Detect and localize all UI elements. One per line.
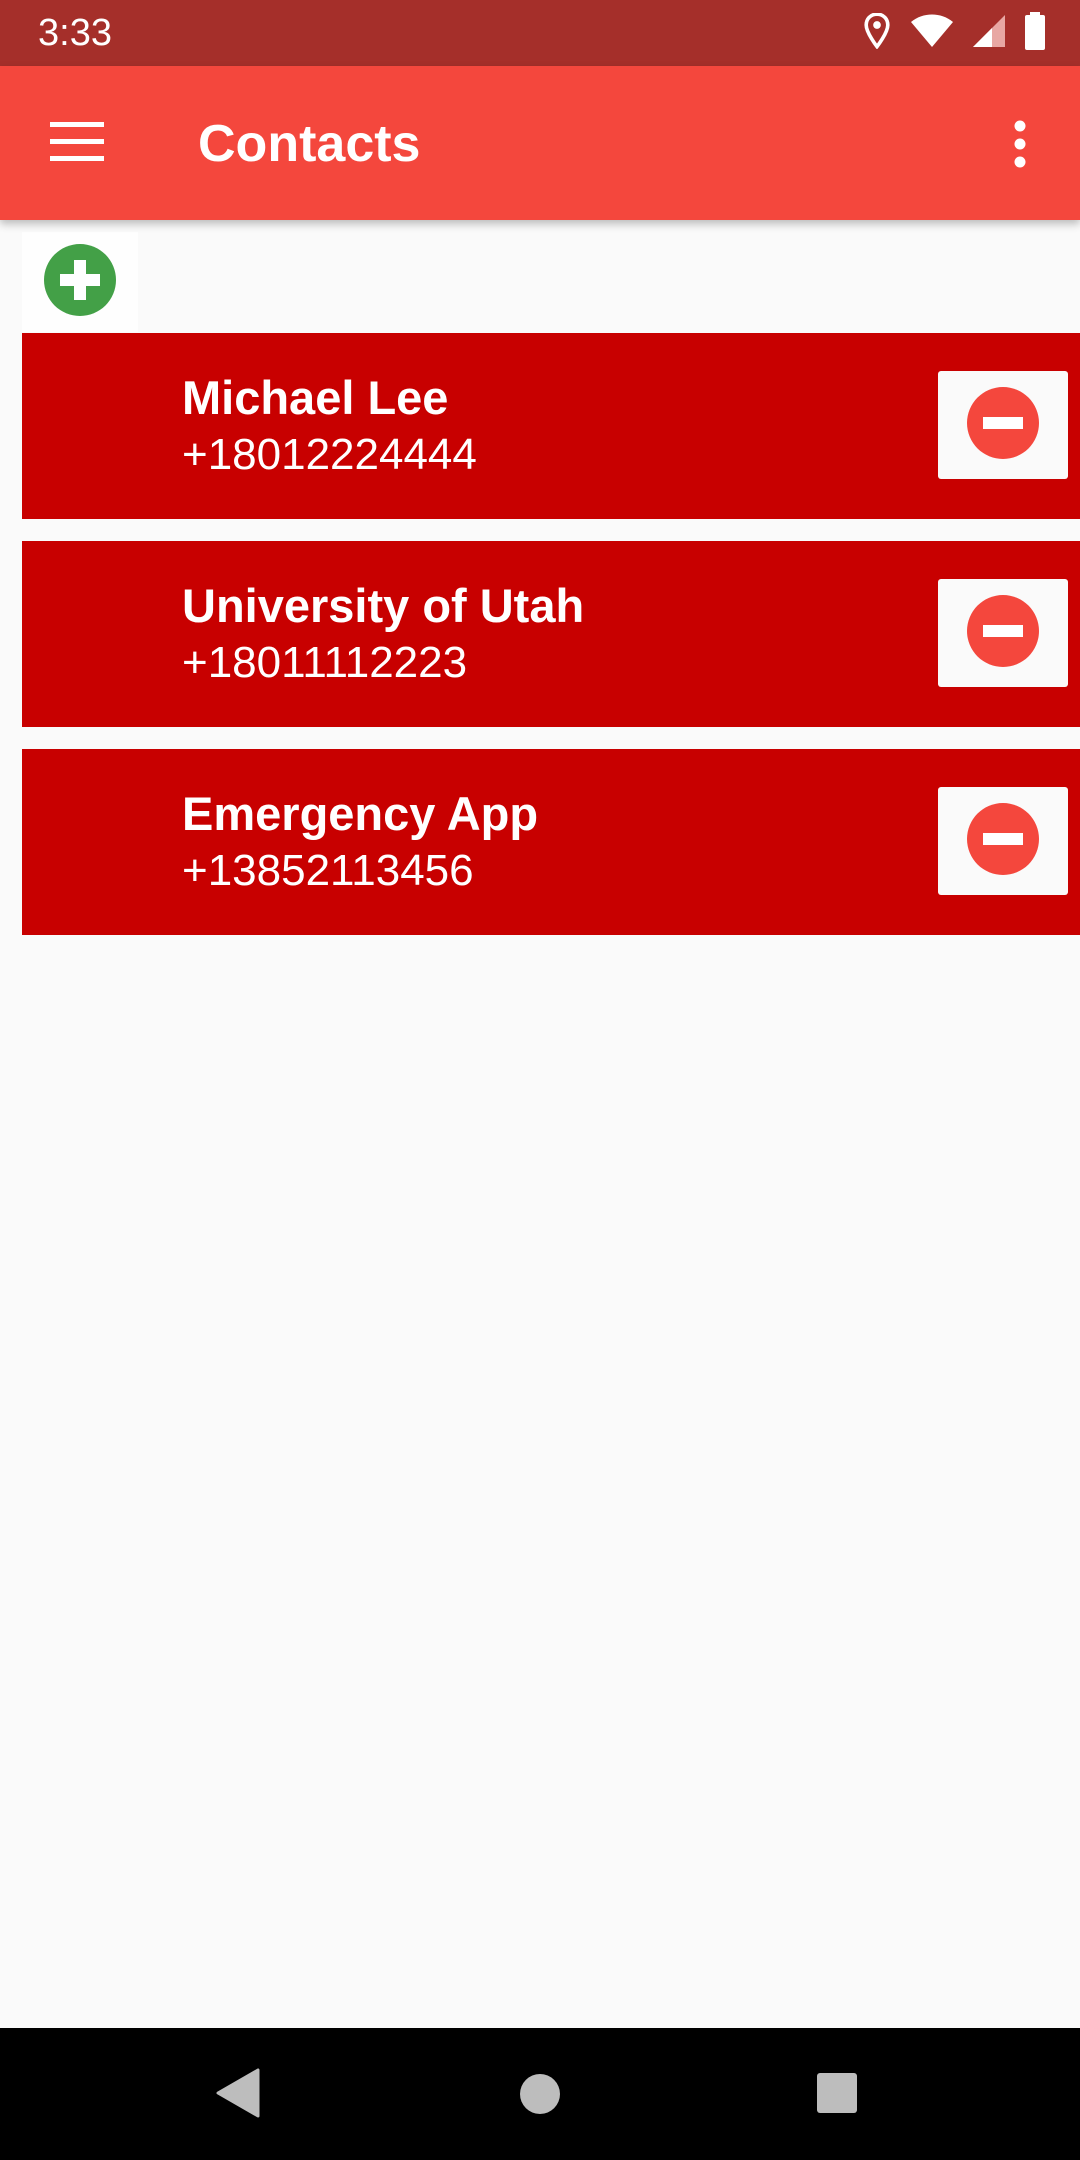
contact-name: University of Utah	[182, 579, 585, 632]
contact-phone: +13852113456	[182, 846, 474, 895]
contact-phone: +18011112223	[182, 638, 468, 687]
contact-row[interactable]: University of Utah +18011112223	[22, 541, 1080, 727]
cell-signal-icon	[972, 14, 1006, 53]
battery-icon	[1024, 11, 1046, 55]
contact-list: Michael Lee +18012224444 University of U…	[22, 333, 1080, 957]
contact-name: Emergency App	[182, 787, 539, 840]
remove-circle-icon	[966, 802, 1040, 881]
menu-button[interactable]	[36, 108, 116, 178]
remove-contact-button[interactable]	[938, 579, 1068, 687]
contact-name: Michael Lee	[182, 371, 449, 424]
remove-contact-button[interactable]	[938, 371, 1068, 479]
back-button[interactable]	[214, 2068, 260, 2123]
remove-contact-button[interactable]	[938, 787, 1068, 895]
contact-row[interactable]: Michael Lee +18012224444	[22, 333, 1080, 519]
back-icon	[214, 2068, 260, 2122]
contact-phone: +18012224444	[182, 430, 477, 479]
remove-circle-icon	[966, 594, 1040, 673]
status-bar: 3:33	[0, 0, 1080, 66]
remove-circle-icon	[966, 386, 1040, 465]
app-bar: Contacts	[0, 66, 1080, 220]
location-icon	[862, 11, 892, 54]
screen: 3:33 Contacts Michael Lee +18012224444 U…	[0, 0, 1080, 2160]
home-icon	[518, 2074, 562, 2120]
add-circle-icon	[43, 243, 117, 322]
home-button[interactable]	[518, 2072, 562, 2121]
recents-button[interactable]	[816, 2072, 858, 2119]
status-time: 3:33	[38, 12, 112, 54]
add-contact-button[interactable]	[22, 232, 138, 332]
system-nav-bar	[0, 2028, 1080, 2160]
overflow-menu-button[interactable]	[990, 108, 1050, 180]
page-title: Contacts	[198, 115, 421, 173]
status-icons	[862, 11, 1046, 55]
recents-icon	[816, 2073, 858, 2118]
contact-row[interactable]: Emergency App +13852113456	[22, 749, 1080, 935]
wifi-icon	[910, 14, 954, 53]
